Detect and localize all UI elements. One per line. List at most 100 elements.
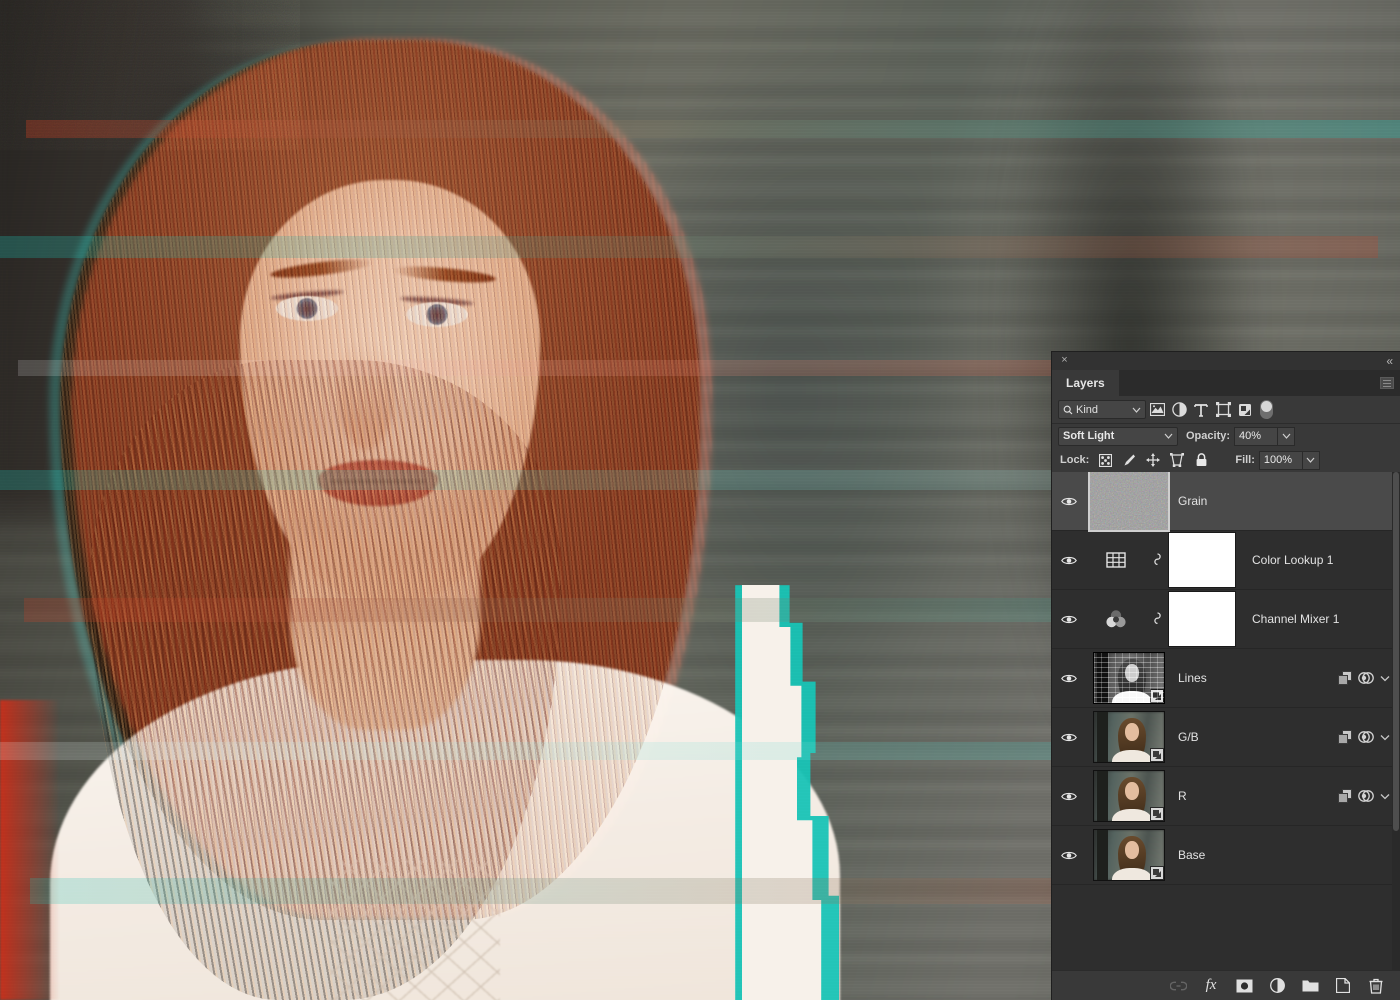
layer-mask-thumbnail[interactable] xyxy=(1168,532,1246,588)
layer-thumbnail[interactable] xyxy=(1086,829,1172,881)
layer-name[interactable]: Channel Mixer 1 xyxy=(1246,612,1390,626)
chevron-down-icon[interactable] xyxy=(1380,734,1390,741)
layer-thumbnail[interactable] xyxy=(1086,711,1172,763)
lock-fill-bar: Lock: Fill: 100% xyxy=(1052,448,1400,472)
add-layer-mask-icon[interactable] xyxy=(1234,975,1254,997)
fill-label: Fill: xyxy=(1235,454,1255,466)
layer-thumbnail[interactable] xyxy=(1086,770,1172,822)
layer-visibility-toggle[interactable] xyxy=(1052,649,1086,708)
shape-filter-icon[interactable] xyxy=(1212,400,1234,420)
lock-transparent-pixels-icon[interactable] xyxy=(1093,449,1117,471)
close-icon[interactable]: × xyxy=(1059,355,1070,366)
panel-titlebar: × « xyxy=(1052,352,1400,370)
chevron-down-icon[interactable] xyxy=(1380,675,1390,682)
layer-visibility-toggle[interactable] xyxy=(1052,531,1086,590)
film-grain-overlay xyxy=(0,0,300,150)
smart-object-badge xyxy=(1150,807,1164,821)
new-adjustment-layer-icon[interactable] xyxy=(1267,975,1287,997)
layer-visibility-toggle[interactable] xyxy=(1052,590,1086,649)
chevron-down-icon xyxy=(1282,433,1290,439)
scrollbar-thumb[interactable] xyxy=(1393,472,1399,831)
layers-panel-footer: fx xyxy=(1052,970,1400,1000)
layer-row-icons xyxy=(1338,671,1400,685)
chevron-down-icon xyxy=(1164,433,1173,439)
photo-thumbnail xyxy=(1093,770,1165,822)
chevron-down-icon[interactable] xyxy=(1380,793,1390,800)
opacity-input[interactable]: 40% xyxy=(1234,426,1279,446)
layer-mask-thumbnail[interactable] xyxy=(1168,591,1246,647)
layer-filter-bar: Kind xyxy=(1052,396,1400,424)
image-filter-icon[interactable] xyxy=(1146,400,1168,420)
layer-name[interactable]: G/B xyxy=(1172,730,1338,744)
smart-filters-icon[interactable] xyxy=(1338,789,1352,803)
lock-label: Lock: xyxy=(1060,454,1090,466)
chevron-down-icon xyxy=(1306,457,1315,463)
layer-name[interactable]: Color Lookup 1 xyxy=(1246,553,1390,567)
chevron-down-icon xyxy=(1132,407,1141,413)
eye-icon xyxy=(1061,615,1077,623)
layer-name[interactable]: Base xyxy=(1172,848,1390,862)
smart-filters-icon[interactable] xyxy=(1338,730,1352,744)
layer-thumbnail[interactable] xyxy=(1086,551,1146,569)
layer-name[interactable]: R xyxy=(1172,789,1338,803)
adjustment-filter-icon[interactable] xyxy=(1168,400,1190,420)
blend-mode-value: Soft Light xyxy=(1063,430,1115,442)
layer-visibility-toggle[interactable] xyxy=(1052,708,1086,767)
layer-effects-icon[interactable] xyxy=(1358,671,1374,685)
link-layers-icon[interactable] xyxy=(1168,975,1188,997)
filter-kind-select[interactable]: Kind xyxy=(1058,400,1146,419)
noise-thumbnail xyxy=(1088,472,1170,532)
panel-menu-icon[interactable] xyxy=(1380,377,1394,389)
photo-thumbnail xyxy=(1093,711,1165,763)
delete-layer-icon[interactable] xyxy=(1366,975,1386,997)
smart-object-badge xyxy=(1150,748,1164,762)
new-layer-icon[interactable] xyxy=(1333,975,1353,997)
fx-label: fx xyxy=(1205,977,1217,993)
layer-row[interactable]: Lines xyxy=(1052,649,1400,708)
lock-all-icon[interactable] xyxy=(1189,449,1213,471)
layer-name[interactable]: Grain xyxy=(1172,494,1390,508)
smart-object-badge xyxy=(1150,689,1164,703)
eye-icon xyxy=(1061,674,1077,682)
layer-row[interactable]: Grain xyxy=(1052,472,1400,532)
smart-object-badge xyxy=(1150,866,1164,880)
layer-thumbnail[interactable] xyxy=(1086,609,1146,629)
blend-mode-select[interactable]: Soft Light xyxy=(1058,426,1178,446)
layer-row[interactable]: R xyxy=(1052,767,1400,826)
fill-stepper[interactable] xyxy=(1302,450,1320,470)
layer-thumbnail[interactable] xyxy=(1086,652,1172,704)
layer-visibility-toggle[interactable] xyxy=(1052,826,1086,885)
layer-row[interactable]: G/B xyxy=(1052,708,1400,767)
tab-layers[interactable]: Layers xyxy=(1052,370,1119,396)
lock-artboard-nesting-icon[interactable] xyxy=(1165,449,1189,471)
layer-effects-icon[interactable] xyxy=(1358,730,1374,744)
smart-object-filter-icon[interactable] xyxy=(1234,400,1256,420)
layer-style-fx-icon[interactable]: fx xyxy=(1201,975,1221,997)
layer-thumbnail[interactable] xyxy=(1086,472,1172,532)
layer-visibility-toggle[interactable] xyxy=(1052,472,1086,531)
filter-enable-toggle[interactable] xyxy=(1260,400,1273,419)
layer-name[interactable]: Lines xyxy=(1172,671,1338,685)
layer-row[interactable]: Color Lookup 1 xyxy=(1052,531,1400,590)
photo-thumbnail xyxy=(1093,652,1165,704)
mask-link-icon[interactable] xyxy=(1146,611,1168,628)
fill-input[interactable]: 100% xyxy=(1258,450,1303,470)
lock-image-pixels-icon[interactable] xyxy=(1117,449,1141,471)
color-lookup-grid-icon xyxy=(1106,552,1126,568)
layers-panel[interactable]: × « Layers Kind Soft Light Opacity: 40% … xyxy=(1052,352,1400,1000)
smart-filters-icon[interactable] xyxy=(1338,671,1352,685)
layer-row[interactable]: Base xyxy=(1052,826,1400,885)
layer-visibility-toggle[interactable] xyxy=(1052,767,1086,826)
new-group-icon[interactable] xyxy=(1300,975,1320,997)
layer-effects-icon[interactable] xyxy=(1358,789,1374,803)
layer-row[interactable]: Channel Mixer 1 xyxy=(1052,590,1400,649)
opacity-stepper[interactable] xyxy=(1278,426,1296,446)
eye-icon xyxy=(1061,497,1077,505)
blend-opacity-bar: Soft Light Opacity: 40% xyxy=(1052,424,1400,448)
collapse-panel-icon[interactable]: « xyxy=(1386,354,1393,368)
layer-list-scrollbar[interactable] xyxy=(1392,472,1400,970)
layer-list[interactable]: Grain Color Lookup 1 Channel Mixer 1 Lin… xyxy=(1052,472,1400,970)
mask-link-icon[interactable] xyxy=(1146,552,1168,569)
type-filter-icon[interactable] xyxy=(1190,400,1212,420)
lock-position-icon[interactable] xyxy=(1141,449,1165,471)
